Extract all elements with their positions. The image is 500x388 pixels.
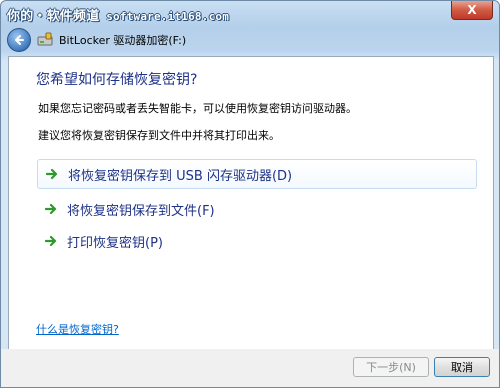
watermark-url: software.it168.com [99, 10, 230, 23]
description-text-1: 如果您忘记密码或者丢失智能卡，可以使用恢复密钥访问驱动器。 [38, 102, 357, 115]
page-heading: 您希望如何存储恢复密钥? [36, 72, 198, 88]
back-arrow-icon [15, 35, 24, 45]
next-button[interactable]: 下一步(N) [353, 357, 429, 377]
green-arrow-icon [44, 166, 60, 182]
window-title: BitLocker 驱动器加密(F:) [59, 34, 187, 47]
bitlocker-drive-icon [37, 32, 53, 48]
close-button[interactable]: X [451, 1, 493, 20]
option-label: 打印恢复密钥(P) [67, 235, 163, 251]
option-label: 将恢复密钥保存到文件(F) [67, 203, 215, 219]
description-text-2: 建议您将恢复密钥保存到文件中并将其打印出来。 [38, 129, 280, 142]
nav-bar: BitLocker 驱动器加密(F:) [1, 25, 499, 55]
cancel-button[interactable]: 取消 [434, 357, 490, 377]
green-arrow-icon [43, 233, 59, 249]
watermark-site-name: 你的・软件频道 [7, 9, 100, 24]
option-label: 将恢复密钥保存到 USB 闪存驱动器(D) [68, 168, 293, 184]
content-panel: 您希望如何存储恢复密钥? 如果您忘记密码或者丢失智能卡，可以使用恢复密钥访问驱动… [8, 56, 494, 350]
what-is-recovery-key-link[interactable]: 什么是恢复密钥? [36, 321, 119, 337]
watermark: 你的・软件频道 software.it168.com [7, 5, 229, 24]
back-button[interactable] [7, 28, 31, 52]
option-print-key[interactable]: 打印恢复密钥(P) [37, 226, 477, 256]
option-save-to-usb[interactable]: 将恢复密钥保存到 USB 闪存驱动器(D) [37, 159, 477, 189]
bitlocker-window: 你的・软件频道 software.it168.com X BitLocker 驱… [0, 0, 500, 388]
green-arrow-icon [43, 201, 59, 217]
option-save-to-file[interactable]: 将恢复密钥保存到文件(F) [37, 194, 477, 224]
title-bar: 你的・软件频道 software.it168.com X [1, 1, 499, 25]
close-icon: X [467, 3, 477, 17]
footer-bar: 下一步(N) 取消 [1, 349, 499, 387]
